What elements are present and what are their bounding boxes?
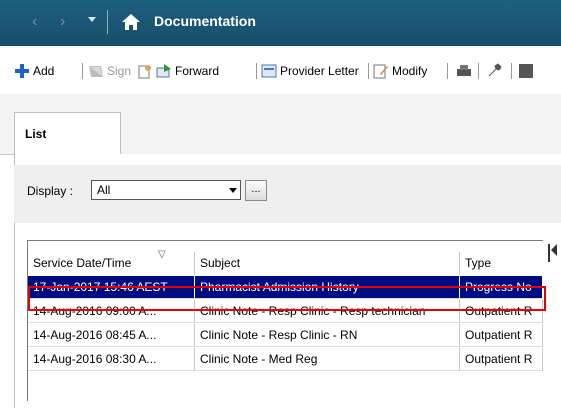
toolbar-separator [511, 63, 512, 79]
history-dropdown-icon[interactable] [88, 17, 96, 22]
provider-letter-button[interactable]: Provider Letter [261, 62, 359, 80]
forward-arrow-icon[interactable]: › [60, 13, 65, 31]
add-button[interactable]: Add [14, 62, 54, 80]
add-label: Add [33, 64, 55, 78]
cell-type: Progress No [460, 276, 543, 299]
title-bar: ‹ › Documentation [0, 0, 561, 46]
tab-list[interactable]: List [14, 112, 121, 155]
back-arrow-icon[interactable]: ‹ [32, 13, 37, 31]
cell-date: 14-Aug-2016 09:00 A... [28, 300, 195, 323]
wrench-icon [488, 63, 502, 77]
page-title: Documentation [154, 13, 256, 29]
tools-button[interactable] [486, 62, 505, 80]
cell-subject: Clinic Note - Med Reg [195, 348, 460, 371]
column-header-type[interactable]: Type [460, 252, 543, 275]
cell-type: Outpatient R [460, 300, 543, 323]
sign-label: Sign [107, 64, 132, 78]
forward-button[interactable]: Forward [137, 62, 219, 80]
forward-label: Forward [175, 64, 220, 78]
cell-subject: Clinic Note - Resp Clinic - RN [195, 324, 460, 347]
cell-date: 14-Aug-2016 08:30 A... [28, 348, 195, 371]
edit-document-icon [373, 64, 388, 79]
display-options-button[interactable]: ... [245, 180, 267, 201]
document-person-icon [138, 65, 151, 79]
toolbar-separator [478, 63, 479, 79]
plus-icon [15, 64, 29, 78]
print-button[interactable] [456, 62, 475, 80]
sign-button[interactable]: Sign [88, 62, 131, 80]
title-separator [107, 10, 108, 34]
display-select[interactable]: All [91, 180, 241, 200]
collapse-arrow-icon[interactable] [551, 244, 557, 256]
toolbar: Add Sign Forward Provider Letter Modify [0, 46, 561, 94]
tab-list-label: List [25, 127, 47, 141]
toolbar-separator [368, 63, 369, 79]
block-icon [519, 64, 533, 78]
cell-type: Outpatient R [460, 324, 543, 347]
modify-button[interactable]: Modify [373, 62, 427, 80]
cell-subject: Clinic Note - Resp Clinic - Resp technic… [195, 300, 460, 323]
sign-icon [89, 66, 103, 77]
toolbar-separator [447, 63, 448, 79]
cell-date: 14-Aug-2016 08:45 A... [28, 324, 195, 347]
printer-icon [457, 65, 471, 76]
home-icon[interactable] [121, 12, 141, 32]
display-label: Display : [27, 184, 74, 198]
column-collapse-bar [548, 244, 550, 262]
chevron-down-icon [229, 188, 237, 193]
column-header-service-date[interactable]: Service Date/Time [28, 252, 195, 275]
modify-label: Modify [392, 64, 428, 78]
toolbar-separator [256, 63, 257, 79]
toolbar-separator [82, 63, 83, 79]
display-select-value: All [97, 183, 111, 197]
sort-indicator-icon[interactable]: ▽ [158, 249, 166, 260]
cell-date: 17-Jan-2017 15:46 AEST [28, 276, 195, 299]
documents-table: Service Date/Time Subject Type 17-Jan-20… [27, 240, 543, 401]
letter-icon [261, 64, 277, 78]
more-button[interactable] [518, 62, 537, 80]
forward-envelope-icon [156, 64, 171, 78]
cell-subject: Pharmacist Admission History [195, 276, 460, 299]
column-header-subject[interactable]: Subject [195, 252, 460, 275]
cell-type: Outpatient R [460, 348, 543, 371]
provider-letter-label: Provider Letter [280, 64, 359, 78]
